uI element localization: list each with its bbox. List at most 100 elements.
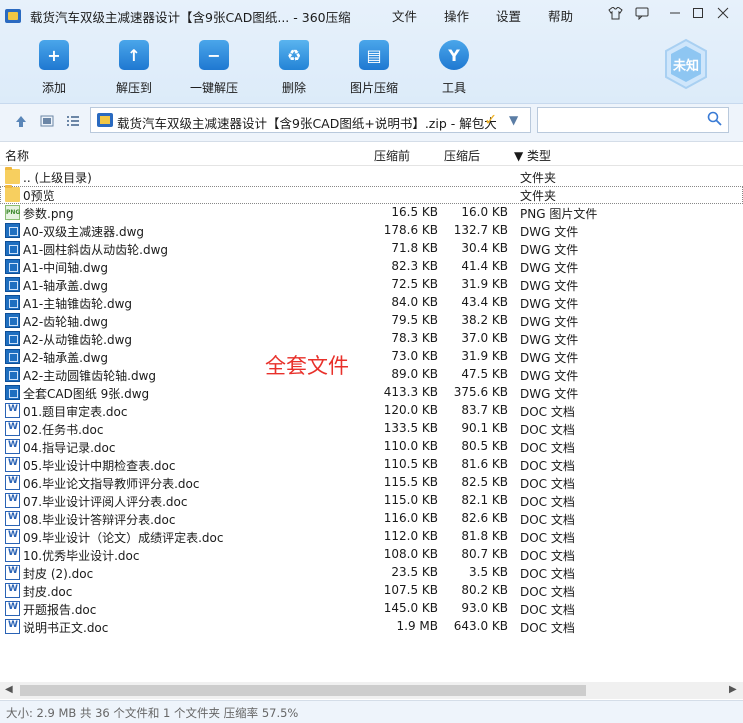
size-after: 90.1 KB (461, 421, 508, 435)
file-row[interactable]: 01.题目审定表.doc 120.0 KB 83.7 KB DOC 文档 (0, 402, 743, 420)
minimize-button[interactable] (666, 4, 684, 22)
file-name: 01.题目审定表.doc (23, 405, 128, 419)
png-file-icon: PNG (5, 205, 20, 220)
file-row[interactable]: A2-从动锥齿轮.dwg 78.3 KB 37.0 KB DWG 文件 (0, 330, 743, 348)
horizontal-scrollbar[interactable]: ◀ ▶ (0, 682, 743, 699)
file-row[interactable]: A1-主轴锥齿轮.dwg 84.0 KB 43.4 KB DWG 文件 (0, 294, 743, 312)
col-name[interactable]: 名称 (5, 147, 29, 164)
unknown-badge[interactable]: 未知 (663, 38, 709, 90)
file-row[interactable]: 说明书正文.doc 1.9 MB 643.0 KB DOC 文档 (0, 618, 743, 636)
extract-to-button[interactable]: ↑ 解压到 (104, 40, 164, 96)
size-after: 31.9 KB (461, 277, 508, 291)
size-before: 72.5 KB (391, 277, 438, 291)
scroll-left-icon[interactable]: ◀ (5, 684, 13, 695)
col-before[interactable]: 压缩前 (374, 147, 410, 164)
menu-operation[interactable]: 操作 (444, 6, 469, 25)
size-before: 116.0 KB (383, 511, 438, 525)
file-row[interactable]: 06.毕业论文指导教师评分表.doc 115.5 KB 82.5 KB DOC 文档 (0, 474, 743, 492)
file-row[interactable]: 全套CAD图纸 9张.dwg 413.3 KB 375.6 KB DWG 文件 (0, 384, 743, 402)
doc-file-icon (5, 511, 20, 526)
file-row[interactable]: A1-圆柱斜齿从动齿轮.dwg 71.8 KB 30.4 KB DWG 文件 (0, 240, 743, 258)
doc-file-icon (5, 601, 20, 616)
file-row[interactable]: PNG 参数.png 16.5 KB 16.0 KB PNG 图片文件 (0, 204, 743, 222)
doc-file-icon (5, 583, 20, 598)
file-type: DOC 文档 (520, 477, 575, 491)
feedback-icon[interactable] (633, 4, 651, 22)
search-input[interactable] (537, 107, 729, 133)
file-name: 全套CAD图纸 9张.dwg (23, 387, 150, 401)
one-click-extract-icon: − (199, 40, 229, 70)
file-type: DOC 文档 (520, 423, 575, 437)
file-row[interactable]: .. (上级目录) 文件夹 (0, 167, 743, 186)
delete-button[interactable]: ♻ 删除 (264, 40, 324, 96)
file-type: DOC 文档 (520, 405, 575, 419)
file-row[interactable]: A1-中间轴.dwg 82.3 KB 41.4 KB DWG 文件 (0, 258, 743, 276)
skin-icon[interactable] (606, 4, 624, 22)
file-row[interactable]: 09.毕业设计（论文）成绩评定表.doc 112.0 KB 81.8 KB DOC 文… (0, 528, 743, 546)
file-row[interactable]: A0-双级主减速器.dwg 178.6 KB 132.7 KB DWG 文件 (0, 222, 743, 240)
search-icon[interactable] (707, 111, 722, 130)
menu-file[interactable]: 文件 (392, 6, 417, 25)
size-after: 132.7 KB (453, 223, 508, 237)
file-row[interactable]: A1-轴承盖.dwg 72.5 KB 31.9 KB DWG 文件 (0, 276, 743, 294)
file-name: A1-主轴锥齿轮.dwg (23, 297, 133, 311)
dwg-file-icon (5, 223, 20, 238)
file-name: 08.毕业设计答辩评分表.doc (23, 513, 176, 527)
col-after[interactable]: 压缩后 (444, 147, 480, 164)
file-type: DWG 文件 (520, 333, 579, 347)
add-button[interactable]: + 添加 (24, 40, 84, 96)
overlay-text: 全套文件 (265, 354, 349, 378)
file-name: A2-轴承盖.dwg (23, 351, 109, 365)
size-before: 71.8 KB (391, 241, 438, 255)
size-before: 89.0 KB (391, 367, 438, 381)
maximize-button[interactable] (689, 4, 707, 22)
tools-button[interactable]: Y 工具 (424, 40, 484, 96)
file-list: .. (上级目录) 文件夹 0预览 文件夹 PNG 参数.png 16.5 KB 16.0 K… (0, 167, 743, 678)
status-bar: 大小: 2.9 MB 共 36 个文件和 1 个文件夹 压缩率 57.5% (0, 700, 743, 723)
file-row[interactable]: 08.毕业设计答辩评分表.doc 116.0 KB 82.6 KB DOC 文档 (0, 510, 743, 528)
size-after: 82.1 KB (461, 493, 508, 507)
one-click-extract-button[interactable]: − 一键解压 (184, 40, 244, 96)
col-type[interactable]: ▼ 类型 (514, 147, 551, 164)
file-row[interactable]: 封皮.doc 107.5 KB 80.2 KB DOC 文档 (0, 582, 743, 600)
file-row[interactable]: A2-齿轮轴.dwg 79.5 KB 38.2 KB DWG 文件 (0, 312, 743, 330)
menu-help[interactable]: 帮助 (548, 6, 573, 25)
path-input[interactable]: 载货汽车双级主减速器设计【含9张CAD图纸+说明书】.zip - 解包大小 ✓ … (90, 107, 531, 133)
file-row[interactable]: 开题报告.doc 145.0 KB 93.0 KB DOC 文档 (0, 600, 743, 618)
up-arrow-icon[interactable] (13, 113, 29, 129)
zip-icon (97, 113, 113, 127)
list-view-icon[interactable] (65, 113, 81, 129)
size-before: 78.3 KB (391, 331, 438, 345)
file-name: A2-齿轮轴.dwg (23, 315, 109, 329)
scroll-right-icon[interactable]: ▶ (729, 684, 737, 695)
size-before: 120.0 KB (383, 403, 438, 417)
file-row[interactable]: A2-轴承盖.dwg 73.0 KB 31.9 KB DWG 文件 (0, 348, 743, 366)
image-compress-button[interactable]: ▤ 图片压缩 (344, 40, 404, 96)
size-after: 81.8 KB (461, 529, 508, 543)
file-name: A1-轴承盖.dwg (23, 279, 109, 293)
file-row[interactable]: 04.指导记录.doc 110.0 KB 80.5 KB DOC 文档 (0, 438, 743, 456)
size-before: 145.0 KB (383, 601, 438, 615)
size-after: 81.6 KB (461, 457, 508, 471)
file-row[interactable]: 05.毕业设计中期检查表.doc 110.5 KB 81.6 KB DOC 文档 (0, 456, 743, 474)
file-type: DOC 文档 (520, 549, 575, 563)
size-after: 80.2 KB (461, 583, 508, 597)
file-type: DWG 文件 (520, 225, 579, 239)
size-before: 79.5 KB (391, 313, 438, 327)
scroll-thumb[interactable] (20, 685, 586, 696)
file-row[interactable]: 封皮 (2).doc 23.5 KB 3.5 KB DOC 文档 (0, 564, 743, 582)
file-row[interactable]: A2-主动圆锥齿轮轴.dwg 89.0 KB 47.5 KB DWG 文件 (0, 366, 743, 384)
doc-file-icon (5, 493, 20, 508)
chevron-down-icon[interactable]: ▼ (509, 113, 518, 127)
file-row[interactable]: 10.优秀毕业设计.doc 108.0 KB 80.7 KB DOC 文档 (0, 546, 743, 564)
dwg-file-icon (5, 259, 20, 274)
file-name: 04.指导记录.doc (23, 441, 116, 455)
thumbnail-view-icon[interactable] (39, 113, 55, 129)
file-row[interactable]: 07.毕业设计评阅人评分表.doc 115.0 KB 82.1 KB DOC 文档 (0, 492, 743, 510)
file-row[interactable]: 02.任务书.doc 133.5 KB 90.1 KB DOC 文档 (0, 420, 743, 438)
close-button[interactable] (714, 4, 732, 22)
menu-settings[interactable]: 设置 (496, 6, 521, 25)
file-name: 0预览 (23, 189, 55, 203)
file-row[interactable]: 0预览 文件夹 (0, 185, 743, 204)
doc-file-icon (5, 547, 20, 562)
